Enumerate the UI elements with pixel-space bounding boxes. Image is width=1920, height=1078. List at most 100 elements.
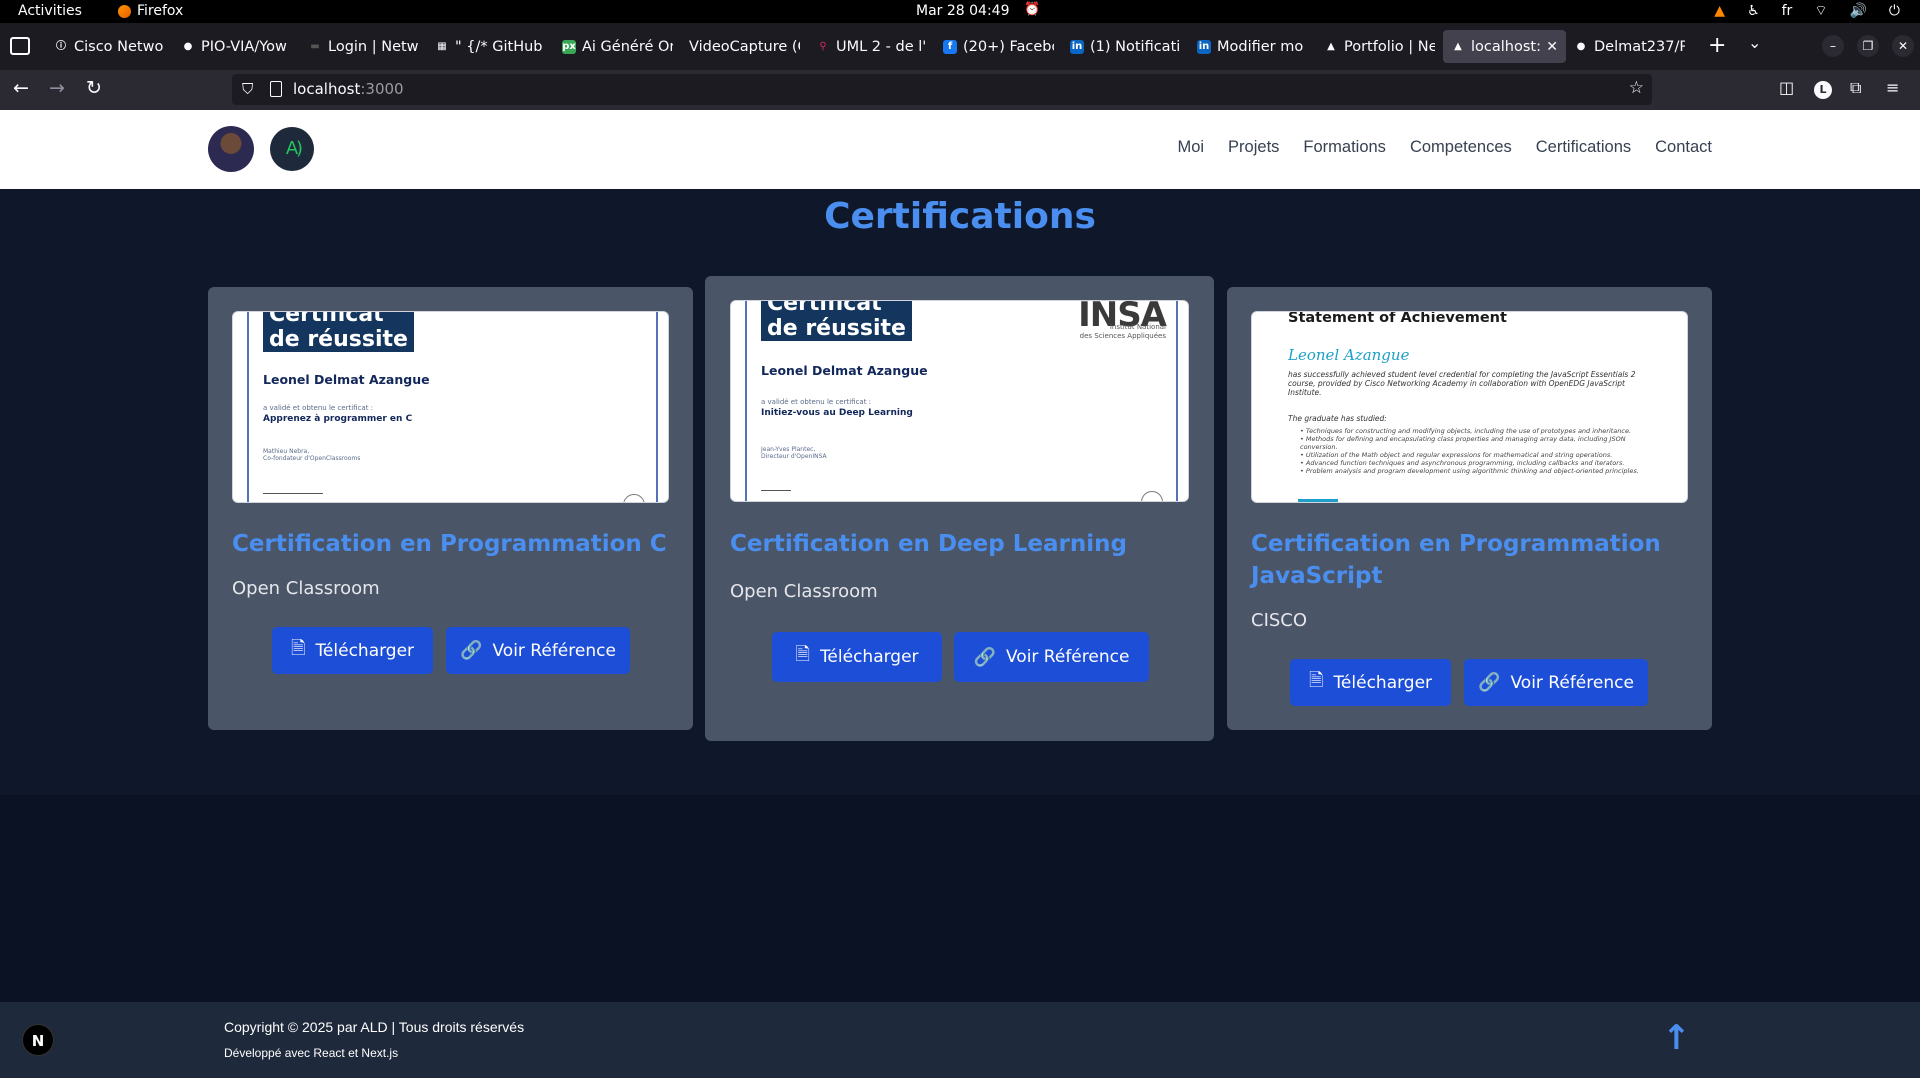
menu-icon[interactable]: ≡ <box>1886 78 1899 97</box>
nav-link-certifications[interactable]: Certifications <box>1536 138 1631 157</box>
browser-tab[interactable]: ● PIO-VIA/Yow <box>173 30 300 63</box>
certification-title: Certification en Programmation JavaScrip… <box>1251 531 1661 589</box>
browser-tab[interactable]: px Ai Généré Or <box>554 30 681 63</box>
certificate-signer: Jean-Yves Plantec, <box>761 446 816 453</box>
certificate-topic: • Methods for defining and encapsulating… <box>1300 435 1626 451</box>
certificate-image[interactable]: Certificat de réussite INSA Institut Nati… <box>730 300 1189 502</box>
certificate-image[interactable]: Certificat de réussite Leonel Delmat Azan… <box>232 311 669 503</box>
certificate-course: Apprenez à programmer en C <box>263 414 413 424</box>
linkedin-icon: in <box>1197 39 1211 54</box>
site-footer: N Copyright © 2025 par ALD | Tous droits… <box>0 1002 1920 1078</box>
reference-label: Voir Référence <box>492 640 616 661</box>
account-icon[interactable]: L <box>1814 81 1832 99</box>
section-title: Certifications <box>824 196 1096 237</box>
tab-label: Cisco Netwo <box>74 38 164 55</box>
firefox-icon <box>118 4 131 18</box>
bookmark-star-icon[interactable]: ☆ <box>1629 78 1644 98</box>
nav-link-projets[interactable]: Projets <box>1228 138 1279 157</box>
page-icon[interactable] <box>270 81 282 97</box>
browser-tab[interactable]: VideoCapture (C <box>681 30 808 63</box>
minimize-icon[interactable]: – <box>1822 35 1844 57</box>
tab-label: Modifier mo <box>1217 38 1304 55</box>
nextjs-dev-badge[interactable]: N <box>22 1024 54 1056</box>
system-top-bar: Activities Firefox Mar 28 04:49 ⏰ ▲ ♿ fr… <box>0 0 1920 23</box>
volume-icon[interactable]: 🔊 <box>1849 3 1866 19</box>
power-icon[interactable]: ⏻ <box>1889 3 1900 19</box>
avatar[interactable] <box>208 126 254 172</box>
url-bar[interactable]: ⛉ localhost:3000 ☆ <box>232 74 1652 105</box>
tab-label: PIO-VIA/Yow <box>201 38 287 55</box>
browser-tab[interactable]: ▲ localhost:3 ✕ <box>1443 30 1566 63</box>
new-tab-button[interactable]: + <box>1708 33 1726 58</box>
certification-org: Open Classroom <box>730 581 878 602</box>
nav-link-contact[interactable]: Contact <box>1655 138 1712 157</box>
url-text[interactable]: localhost:3000 <box>293 80 404 98</box>
view-reference-button[interactable]: 🔗 Voir Référence <box>446 627 630 674</box>
list-all-tabs-icon[interactable]: ⌄ <box>1748 33 1761 52</box>
main-nav: Moi Projets Formations Competences Certifica… <box>1177 138 1712 157</box>
download-button[interactable]: 🗎 Télécharger <box>1290 659 1451 706</box>
reload-icon[interactable]: ↻ <box>86 77 102 99</box>
accessibility-icon[interactable]: ♿ <box>1747 3 1760 19</box>
tab-label: " {/* GitHub " <box>455 38 546 55</box>
nav-link-moi[interactable]: Moi <box>1177 138 1204 157</box>
logo[interactable]: A) <box>270 127 314 171</box>
github-icon: ● <box>1576 40 1586 52</box>
tab-label: Delmat237/P <box>1594 38 1685 55</box>
certificate-course: Initiez-vous au Deep Learning <box>761 408 913 418</box>
download-button[interactable]: 🗎 Télécharger <box>772 632 942 682</box>
browser-tab[interactable]: ⚲ UML 2 - de l' <box>808 30 935 63</box>
forward-arrow-icon[interactable]: → <box>49 77 65 99</box>
seal-icon <box>1141 491 1163 501</box>
download-label: Télécharger <box>315 640 415 661</box>
certificate-body: has successfully achieved student level … <box>1288 370 1636 397</box>
browser-tab[interactable]: in (1) Notificati <box>1062 30 1189 63</box>
tab-label: (1) Notificati <box>1090 38 1181 55</box>
alarm-icon: ⏰ <box>1024 2 1041 17</box>
close-tab-icon[interactable]: ✕ <box>1546 39 1558 55</box>
close-window-icon[interactable]: ✕ <box>1892 35 1914 57</box>
site-header: A) Moi Projets Formations Competences Certif… <box>0 110 1920 189</box>
activities-button[interactable]: Activities <box>18 3 82 19</box>
restore-icon[interactable]: ❐ <box>1857 35 1879 57</box>
system-tray[interactable]: ▲ ♿ fr ⌔ 🔊 ⏻ <box>1714 2 1900 20</box>
browser-tab[interactable]: ▬ Login | Netw <box>300 30 427 63</box>
arrow-up-icon[interactable]: ↑ <box>1662 1018 1691 1058</box>
tab-label: VideoCapture (C <box>689 38 800 55</box>
seal-icon <box>623 494 645 502</box>
view-reference-button[interactable]: 🔗 Voir Référence <box>954 632 1149 682</box>
view-reference-button[interactable]: 🔗 Voir Référence <box>1464 659 1648 706</box>
certification-card: Certificat de réussite INSA Institut Nati… <box>705 276 1214 741</box>
github-icon: ● <box>183 40 193 52</box>
browser-tab[interactable]: in Modifier mo <box>1189 30 1316 63</box>
app-menu[interactable]: Firefox <box>118 3 183 19</box>
shield-icon[interactable]: ⛉ <box>242 80 253 98</box>
browser-tab[interactable]: ▲ Portfolio | Ne <box>1316 30 1443 63</box>
clock[interactable]: Mar 28 04:49 <box>916 3 1009 19</box>
info-circle-icon: ⓘ <box>56 40 66 52</box>
app-name: Firefox <box>137 3 184 19</box>
download-label: Télécharger <box>819 647 919 667</box>
back-arrow-icon[interactable]: ← <box>13 77 29 99</box>
tab-overview-icon[interactable] <box>10 37 30 55</box>
browser-tab[interactable]: f (20+) Facebo <box>935 30 1062 63</box>
vlc-icon[interactable]: ▲ <box>1714 3 1725 19</box>
certification-org: Open Classroom <box>232 578 380 599</box>
certificate-holder: Leonel Delmat Azangue <box>761 363 928 378</box>
browser-tab[interactable]: ● Delmat237/P <box>1566 30 1693 63</box>
nav-link-competences[interactable]: Competences <box>1410 138 1512 157</box>
pocket-icon[interactable]: ◫ <box>1779 78 1794 97</box>
certificate-validated-text: a validé et obtenu le certificat : <box>761 398 872 406</box>
nav-link-formations[interactable]: Formations <box>1303 138 1386 157</box>
certificate-signer: Mathieu Nebra, <box>263 448 310 455</box>
extensions-icon[interactable]: ⧉ <box>1850 78 1861 98</box>
browser-tab[interactable]: ⓘ Cisco Netwo <box>46 30 173 63</box>
browser-tab[interactable]: ▦ " {/* GitHub " <box>427 30 554 63</box>
grid-icon: ▦ <box>437 40 447 52</box>
wifi-icon[interactable]: ⌔ <box>1814 2 1827 20</box>
download-button[interactable]: 🗎 Télécharger <box>272 627 433 674</box>
certificate-image[interactable]: Statement of Achievement Leonel Azangue … <box>1251 311 1688 503</box>
certification-org: CISCO <box>1251 610 1308 631</box>
language-indicator[interactable]: fr <box>1782 3 1793 19</box>
file-download-icon: 🗎 <box>1308 669 1324 691</box>
